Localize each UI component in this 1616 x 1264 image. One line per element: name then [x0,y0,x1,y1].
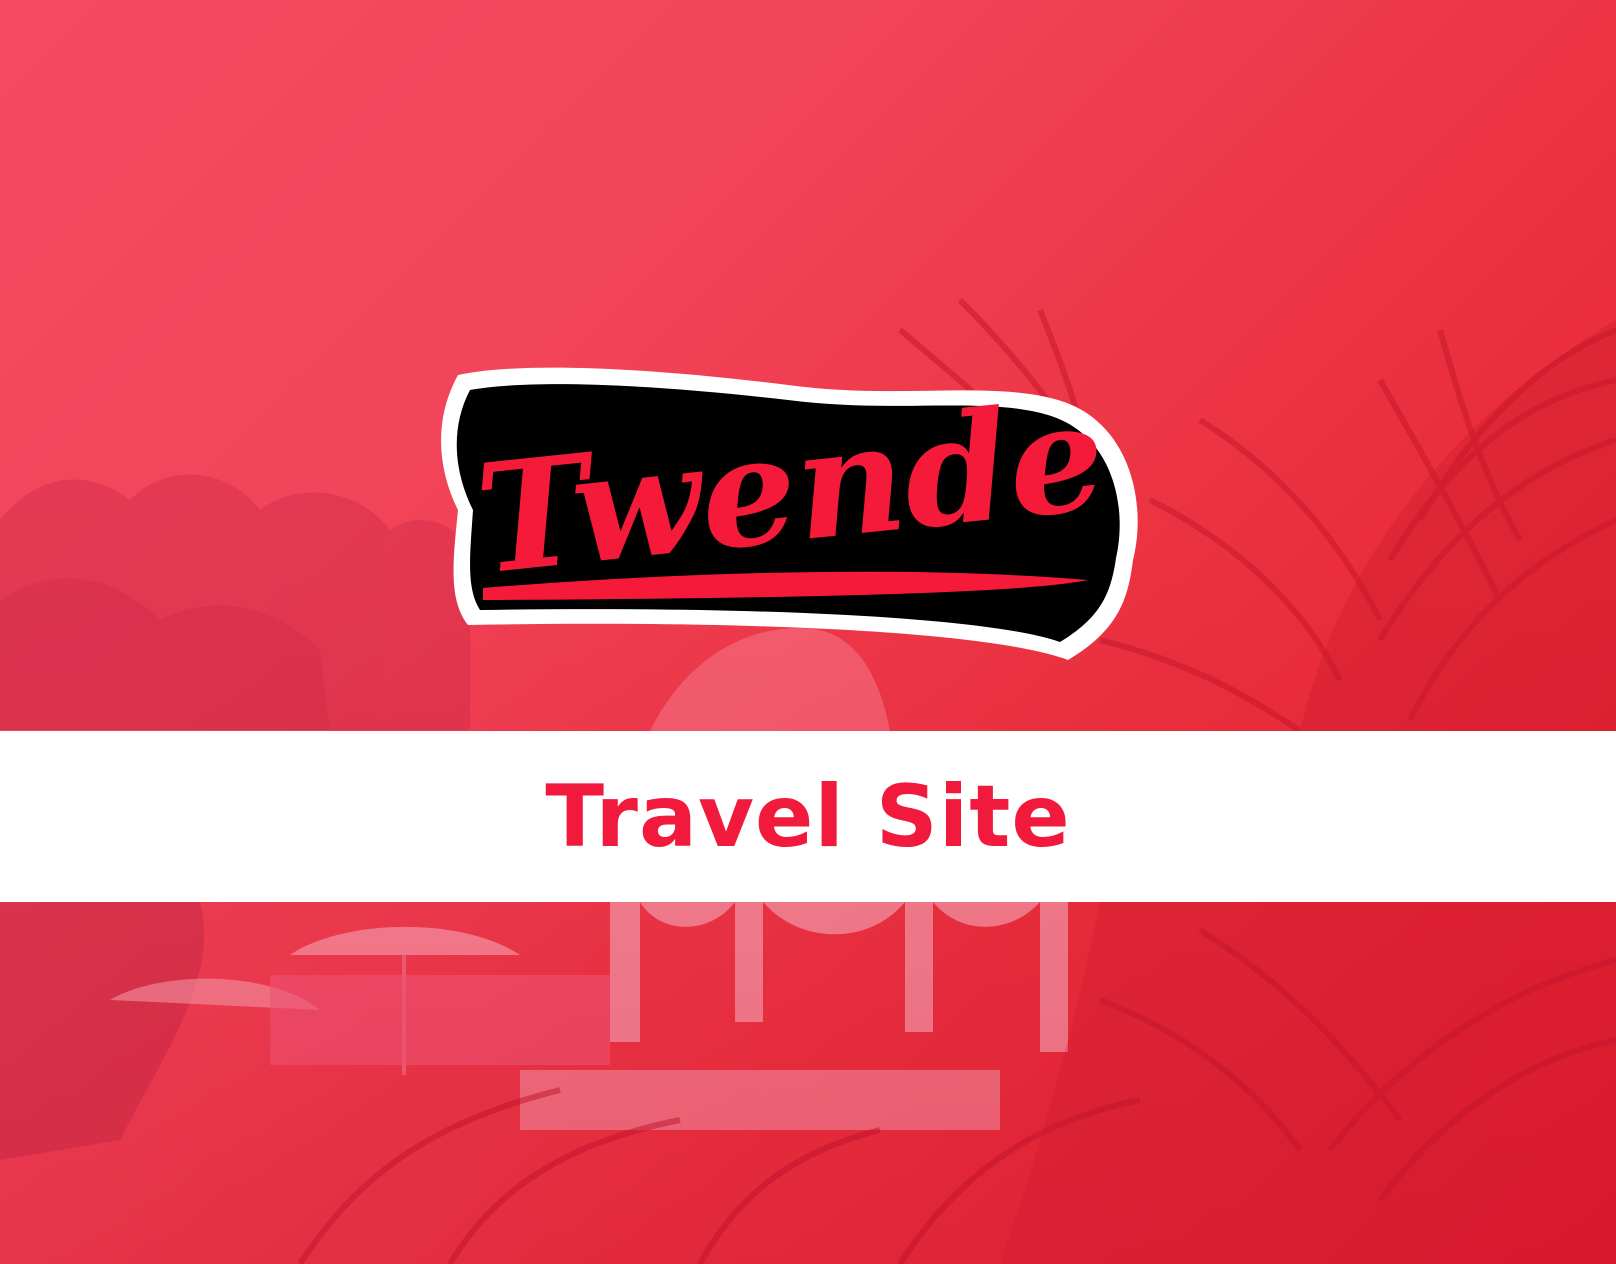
twende-logo: Twende [441,367,1138,660]
hero-background: Twende Travel Site [0,0,1616,1264]
title-banner: Travel Site [0,731,1616,902]
banner-title: Travel Site [545,766,1071,867]
